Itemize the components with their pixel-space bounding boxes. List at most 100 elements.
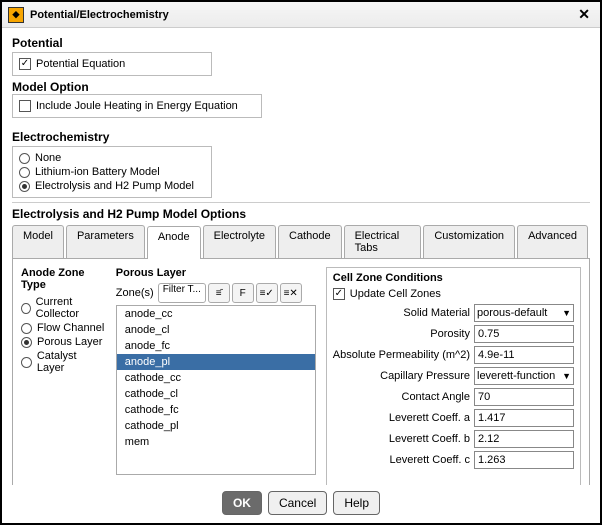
tab-customization[interactable]: Customization [423,225,515,258]
list-item[interactable]: anode_cl [117,322,315,338]
ok-button[interactable]: OK [222,491,262,515]
select-value: leverett-function [477,370,555,382]
filter-equals-icon[interactable]: ≡̄ [208,283,230,303]
radio-icon [21,337,32,348]
field-abs-perm: Absolute Permeability (m^2) [333,346,574,364]
capillary-pressure-select[interactable]: leverett-function ▼ [474,367,574,385]
list-item[interactable]: cathode_fc [117,402,315,418]
list-item[interactable]: anode_pl [117,354,315,370]
tab-electrolyte[interactable]: Electrolyte [203,225,276,258]
field-label: Leverett Coeff. b [333,433,470,445]
field-label: Porosity [333,328,470,340]
cell-zone-box: Cell Zone Conditions ✓ Update Cell Zones… [326,267,581,485]
leverett-a-input[interactable] [474,409,574,427]
filter-clear-icon[interactable]: ≡✕ [280,283,302,303]
chevron-down-icon: ▼ [562,308,571,318]
leverett-b-input[interactable] [474,430,574,448]
zone-listbox[interactable]: anode_cc anode_cl anode_fc anode_pl cath… [116,305,316,475]
anode-zone-type-heading: Anode Zone Type [21,267,106,291]
radio-label: Current Collector [36,296,106,320]
close-icon[interactable]: ✕ [574,6,594,23]
options-heading: Electrolysis and H2 Pump Model Options [12,207,590,221]
electrochem-option-electrolysis[interactable]: Electrolysis and H2 Pump Model [19,179,205,193]
field-lev-c: Leverett Coeff. c [333,451,574,469]
radio-icon [19,181,30,192]
tab-model[interactable]: Model [12,225,64,258]
leverett-c-input[interactable] [474,451,574,469]
radio-label: Lithium-ion Battery Model [35,166,160,178]
electrochem-option-none[interactable]: None [19,151,205,165]
dialog-window: ◆ Potential/Electrochemistry ✕ Potential… [0,0,602,525]
filter-contains-icon[interactable]: F [232,283,254,303]
cancel-button[interactable]: Cancel [268,491,327,515]
solid-material-select[interactable]: porous-default ▼ [474,304,574,322]
zone-toolbar: Zone(s) Filter T... ≡̄ F ≡✓ ≡✕ [116,283,316,303]
anode-type-current-collector[interactable]: Current Collector [21,295,106,321]
list-item[interactable]: anode_cc [117,306,315,322]
window-title: Potential/Electrochemistry [30,9,169,21]
porosity-input[interactable] [474,325,574,343]
electrochem-box: None Lithium-ion Battery Model Electroly… [12,146,212,198]
update-cell-zones-checkbox[interactable]: ✓ Update Cell Zones [333,287,574,301]
radio-label: Electrolysis and H2 Pump Model [35,180,194,192]
tab-electrical-tabs[interactable]: Electrical Tabs [344,225,422,258]
filter-text-button[interactable]: Filter T... [158,283,206,303]
potential-box: ✓ Potential Equation [12,52,212,76]
list-item[interactable]: cathode_cc [117,370,315,386]
radio-label: Porous Layer [37,336,102,348]
list-item[interactable]: cathode_pl [117,418,315,434]
joule-heating-label: Include Joule Heating in Energy Equation [36,100,238,112]
contact-angle-input[interactable] [474,388,574,406]
porous-layer-group: Porous Layer Zone(s) Filter T... ≡̄ F ≡✓… [116,267,316,485]
anode-type-flow-channel[interactable]: Flow Channel [21,321,106,335]
absolute-permeability-input[interactable] [474,346,574,364]
field-contact-angle: Contact Angle [333,388,574,406]
update-cell-zones-label: Update Cell Zones [350,288,441,300]
tabs-bar: Model Parameters Anode Electrolyte Catho… [12,225,590,259]
checkbox-icon [19,100,31,112]
content-area: Potential ✓ Potential Equation Model Opt… [2,28,600,485]
list-item[interactable]: cathode_cl [117,386,315,402]
radio-label: None [35,152,61,164]
field-label: Leverett Coeff. c [333,454,470,466]
tab-advanced[interactable]: Advanced [517,225,588,258]
potential-heading: Potential [12,36,590,50]
field-label: Leverett Coeff. a [333,412,470,424]
radio-label: Flow Channel [37,322,104,334]
anode-type-porous-layer[interactable]: Porous Layer [21,335,106,349]
help-button[interactable]: Help [333,491,380,515]
model-option-heading: Model Option [12,80,590,94]
tab-panel-anode: Anode Zone Type Current Collector Flow C… [12,259,590,485]
field-cap-press: Capillary Pressure leverett-function ▼ [333,367,574,385]
radio-icon [19,167,30,178]
joule-heating-checkbox[interactable]: Include Joule Heating in Energy Equation [19,99,255,113]
list-item[interactable]: mem [117,434,315,450]
cell-zone-heading: Cell Zone Conditions [333,272,574,284]
zones-label: Zone(s) [116,287,156,299]
field-solid-material: Solid Material porous-default ▼ [333,304,574,322]
dialog-footer: OK Cancel Help [2,485,600,523]
select-value: porous-default [477,307,547,319]
tab-cathode[interactable]: Cathode [278,225,342,258]
filter-match-icon[interactable]: ≡✓ [256,283,278,303]
checkbox-icon: ✓ [19,58,31,70]
tab-anode[interactable]: Anode [147,226,201,259]
field-porosity: Porosity [333,325,574,343]
potential-equation-checkbox[interactable]: ✓ Potential Equation [19,57,205,71]
electrochem-option-lithium[interactable]: Lithium-ion Battery Model [19,165,205,179]
anode-type-catalyst-layer[interactable]: Catalyst Layer [21,349,106,375]
cell-zone-group: Cell Zone Conditions ✓ Update Cell Zones… [326,267,581,485]
radio-icon [19,153,30,164]
radio-icon [21,303,31,314]
app-icon: ◆ [8,7,24,23]
electrochem-heading: Electrochemistry [12,130,590,144]
porous-layer-heading: Porous Layer [116,267,316,279]
titlebar: ◆ Potential/Electrochemistry ✕ [2,2,600,28]
field-label: Capillary Pressure [333,370,470,382]
anode-zone-type-group: Anode Zone Type Current Collector Flow C… [21,267,106,485]
tab-parameters[interactable]: Parameters [66,225,145,258]
field-label: Absolute Permeability (m^2) [333,349,470,361]
model-option-box: Include Joule Heating in Energy Equation [12,94,262,118]
field-label: Solid Material [333,307,470,319]
list-item[interactable]: anode_fc [117,338,315,354]
